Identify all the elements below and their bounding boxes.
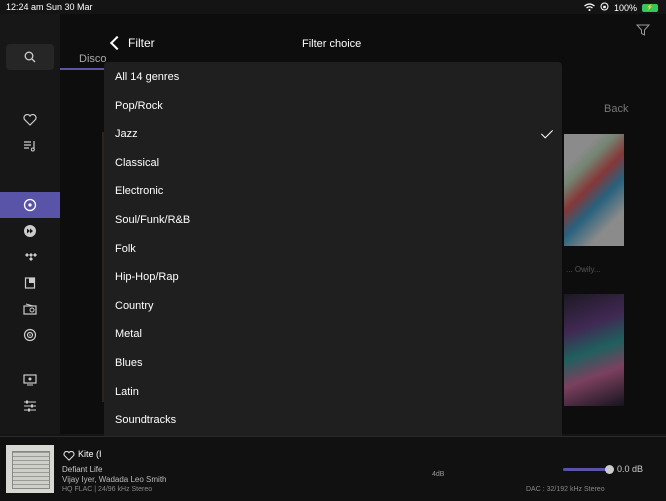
genre-option-label: Electronic <box>115 185 164 198</box>
genre-option[interactable]: Folk <box>104 235 562 263</box>
sidebar-favorites[interactable] <box>15 109 45 131</box>
battery-percent: 100% <box>613 2 637 13</box>
sidebar-tidal[interactable] <box>15 246 45 268</box>
sidebar-settings[interactable] <box>15 395 45 417</box>
volume-step-label: 4dB <box>432 471 445 478</box>
wifi-icon <box>584 2 595 13</box>
genre-option-label: Soul/Funk/R&B <box>115 214 191 226</box>
track-title: Kite (I <box>78 449 102 459</box>
sidebar-radio[interactable] <box>15 298 45 320</box>
sidebar-podcasts[interactable] <box>15 324 45 346</box>
genre-option-label: Folk <box>115 242 136 255</box>
genre-option[interactable]: Jazz <box>104 120 562 148</box>
status-date: Sun 30 Mar <box>46 2 93 12</box>
disc-icon <box>23 198 37 212</box>
artist-name: Vijay Iyer, Wadada Leo Smith <box>62 475 167 484</box>
volume-label: 0.0 dB <box>617 464 644 474</box>
orientation-lock-icon <box>600 2 609 13</box>
album-title: Defiant Life <box>62 465 103 474</box>
genre-option-label: Classical <box>115 156 160 169</box>
volume-knob[interactable] <box>605 465 614 474</box>
heart-icon <box>23 114 37 126</box>
page-title: Filter choice <box>302 38 362 50</box>
sidebar-local-library[interactable] <box>15 194 45 216</box>
playlist-icon <box>24 141 35 152</box>
genre-option[interactable]: Country <box>104 292 562 320</box>
filter-back-label: Filter <box>128 36 155 50</box>
sidebar-albums[interactable] <box>15 272 45 294</box>
genre-option[interactable]: Hip-Hop/Rap <box>104 263 562 291</box>
background-back-link[interactable]: Back <box>604 103 628 115</box>
screen-icon <box>23 374 37 386</box>
sidebar-devices[interactable] <box>15 369 45 391</box>
volume-slider[interactable] <box>563 468 609 471</box>
genre-option[interactable]: Pop/Rock <box>104 92 562 120</box>
radio-icon <box>23 303 37 315</box>
status-time: 12:24 am <box>6 2 44 12</box>
sidebar-playlists[interactable] <box>15 135 45 157</box>
status-right: 100% ⚡ <box>584 2 658 13</box>
genre-option-label: Latin <box>115 385 139 398</box>
album-stack-icon <box>24 277 36 289</box>
genre-option[interactable]: Latin <box>104 378 562 406</box>
genre-option[interactable]: Soul/Funk/R&B <box>104 206 562 234</box>
checkmark-icon <box>540 126 554 139</box>
genre-option[interactable]: Metal <box>104 320 562 348</box>
fast-forward-circle-icon <box>24 225 36 237</box>
genre-option[interactable]: Electronic <box>104 177 562 205</box>
background-album-cover <box>564 294 624 406</box>
genre-option[interactable]: All 14 genres <box>104 63 562 91</box>
filter-back-button[interactable]: Filter <box>109 35 155 51</box>
genre-option-label: Blues <box>115 357 143 369</box>
genre-option-label: All 14 genres <box>115 71 180 83</box>
genre-option-label: Jazz <box>115 128 138 141</box>
sidebar <box>0 14 60 434</box>
favorite-heart-icon[interactable] <box>63 448 75 466</box>
genre-filter-list: All 14 genres Pop/Rock Jazz Classical Electr… <box>104 62 562 474</box>
battery-icon: ⚡ <box>642 3 658 12</box>
sliders-icon <box>24 400 36 412</box>
background-album-cover <box>564 134 624 246</box>
genre-option-label: Soundtracks <box>115 414 177 427</box>
now-playing-bar: Kite (I Defiant Life Vijay Iyer, Wadada … <box>0 436 666 501</box>
podcast-icon <box>23 328 37 342</box>
dac-info: DAC : 32/192 kHz Stereo <box>526 486 605 493</box>
genre-option-label: Pop/Rock <box>115 99 163 112</box>
chevron-left-icon <box>109 35 125 51</box>
genre-option[interactable]: Classical <box>104 149 562 177</box>
genre-option-label: Country <box>115 299 154 312</box>
background-album-meta: ... Owily... <box>566 265 601 274</box>
sidebar-streaming[interactable] <box>15 220 45 242</box>
tab-active-indicator <box>60 68 106 70</box>
genre-option[interactable]: Blues <box>104 349 562 377</box>
filter-icon[interactable] <box>636 24 650 36</box>
status-bar: 12:24 am Sun 30 Mar 100% ⚡ <box>0 0 666 14</box>
tidal-icon <box>25 253 37 261</box>
genre-option[interactable]: Soundtracks <box>104 406 562 434</box>
genre-option-label: Metal <box>115 328 142 341</box>
genre-option-label: Hip-Hop/Rap <box>115 271 179 284</box>
audio-quality: HQ FLAC | 24/96 kHz Stereo <box>62 486 153 493</box>
album-cover[interactable] <box>6 445 54 493</box>
